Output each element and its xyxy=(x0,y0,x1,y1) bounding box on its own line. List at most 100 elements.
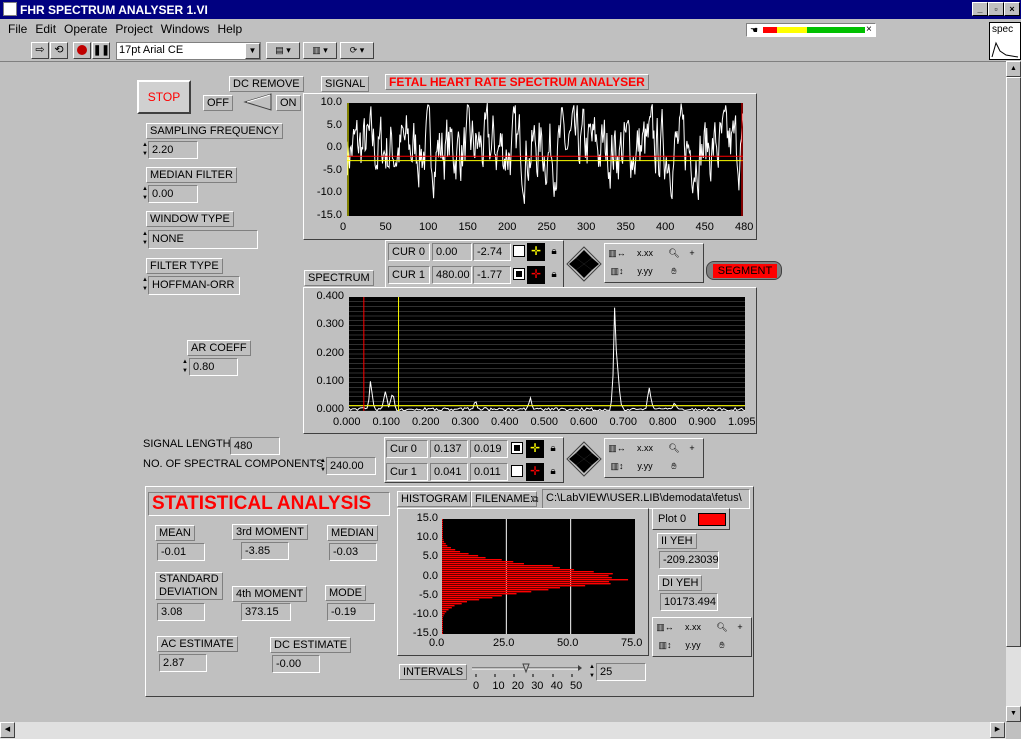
histogram-bar xyxy=(442,633,443,635)
pan-hand-icon[interactable]: ✋︎ xyxy=(665,264,683,280)
plot-legend[interactable]: Plot 0 xyxy=(652,508,730,530)
histogram-bar xyxy=(442,583,611,585)
zoom-icon[interactable]: 🔍︎ xyxy=(665,441,683,457)
y-autoscale-icon[interactable]: ▥↕ xyxy=(608,264,626,280)
x-format-icon[interactable]: x.xx xyxy=(683,620,703,636)
spec-cursor-1-style-icon[interactable] xyxy=(511,465,523,477)
intervals-spinner[interactable]: ▲ ▼ xyxy=(589,663,595,681)
minimize-button[interactable]: _ xyxy=(972,2,988,16)
abort-icon[interactable] xyxy=(73,42,91,59)
histogram-bars-svg xyxy=(442,519,629,635)
close-button[interactable]: × xyxy=(1004,2,1020,16)
dc-remove-switch[interactable] xyxy=(243,92,273,112)
menu-help[interactable]: Help xyxy=(217,22,242,36)
chevron-down-icon[interactable]: ▼ xyxy=(245,43,260,59)
menu-operate[interactable]: Operate xyxy=(64,22,107,36)
spec-cursor-0-name[interactable]: Cur 0 xyxy=(386,440,428,458)
spec-cursor-0-crosshair-icon[interactable]: ✛ xyxy=(526,440,544,458)
x-autoscale-icon[interactable]: ▥↔ xyxy=(608,441,626,457)
spec-cursor-1-y: 0.011 xyxy=(470,463,508,481)
zoom-icon[interactable]: 🔍︎ xyxy=(713,620,731,636)
signal-cursor-move-icon[interactable] xyxy=(566,246,602,282)
pan-hand-icon[interactable]: ✋︎ xyxy=(713,638,731,654)
spec-cursor-0-lock-icon[interactable]: 🔒︎ xyxy=(546,440,560,458)
menu-edit[interactable]: Edit xyxy=(35,22,56,36)
cursor-1-crosshair-icon[interactable]: ✛ xyxy=(527,266,545,284)
cursor-1-style-icon[interactable] xyxy=(513,268,525,280)
scroll-up-icon[interactable]: ▲ xyxy=(1006,61,1021,77)
filter-type-ring[interactable]: HOFFMAN-ORR xyxy=(148,276,240,295)
signal-plot-area[interactable] xyxy=(346,103,744,216)
median-value: -0.03 xyxy=(329,543,377,561)
histogram-bar xyxy=(442,555,479,557)
histogram-bar xyxy=(442,593,517,595)
y-autoscale-icon[interactable]: ▥↕ xyxy=(608,459,626,475)
app-icon[interactable] xyxy=(3,2,17,16)
intervals-input[interactable]: 25 xyxy=(596,663,646,681)
zoom-icon[interactable]: 🔍︎ xyxy=(665,246,683,262)
align-objects-icon[interactable]: ▤ ▾ xyxy=(266,42,300,59)
cursor-0-name[interactable]: CUR 0 xyxy=(388,243,430,261)
spec-cursor-1-crosshair-icon[interactable]: ✛ xyxy=(526,463,544,481)
meter-close-icon[interactable]: × xyxy=(866,24,876,36)
cursor-0-lock-icon[interactable]: 🔒︎ xyxy=(547,243,561,261)
median-filter-input[interactable]: 0.00 xyxy=(148,185,198,203)
x-autoscale-icon[interactable]: ▥↔ xyxy=(656,620,674,636)
median-filter-label: MEDIAN FILTER xyxy=(146,167,237,183)
pan-hand-icon[interactable]: ✋︎ xyxy=(665,459,683,475)
hand-icon: ☚ xyxy=(750,25,759,35)
font-select[interactable]: 17pt Arial CE ▼ xyxy=(116,42,261,60)
menu-project[interactable]: Project xyxy=(115,22,152,36)
x-format-icon[interactable]: x.xx xyxy=(635,441,655,457)
y-autoscale-icon[interactable]: ▥↕ xyxy=(656,638,674,654)
crosshair-tool-icon[interactable]: + xyxy=(683,246,701,262)
spectrum-y-tick-1: 0.300 xyxy=(316,318,344,331)
pause-icon[interactable]: ❚❚ xyxy=(92,42,110,59)
cursor-1-name[interactable]: CUR 1 xyxy=(388,266,430,284)
histogram-plot-area[interactable] xyxy=(442,519,635,635)
ar-coeff-input[interactable]: 0.80 xyxy=(189,358,238,376)
menu-windows[interactable]: Windows xyxy=(161,22,210,36)
window-type-ring[interactable]: NONE xyxy=(148,230,258,249)
scroll-right-icon[interactable]: ▶ xyxy=(990,722,1005,738)
spectrum-x-tick-4: 0.400 xyxy=(491,416,519,428)
title-bar: FHR SPECTRUM ANALYSER 1.VI _ ▫ × xyxy=(0,0,1021,19)
cursor-0-crosshair-icon[interactable]: ✛ xyxy=(527,243,545,261)
y-format-icon[interactable]: y.yy xyxy=(683,638,703,654)
run-arrow-icon[interactable]: ⇨ xyxy=(31,42,49,59)
filename-path[interactable]: C:\LabVIEW\USER.LIB\demodata\fetus\ xyxy=(542,489,750,509)
cursor-1-lock-icon[interactable]: 🔒︎ xyxy=(547,266,561,284)
stop-button[interactable]: STOP xyxy=(137,80,191,114)
distribute-objects-icon[interactable]: ▥ ▾ xyxy=(303,42,337,59)
histogram-bar xyxy=(442,519,443,521)
sampling-frequency-input[interactable]: 2.20 xyxy=(148,141,198,159)
intervals-slider[interactable] xyxy=(466,660,584,682)
spectrum-cursor-move-icon[interactable] xyxy=(566,441,602,477)
run-continuous-icon[interactable]: ⟲ xyxy=(50,42,68,59)
reorder-icon[interactable]: ⟳ ▾ xyxy=(340,42,374,59)
x-format-icon[interactable]: x.xx xyxy=(635,246,655,262)
cursor-0-style-icon[interactable] xyxy=(513,245,525,257)
segment-led[interactable]: SEGMENT xyxy=(706,261,782,280)
crosshair-tool-icon[interactable]: + xyxy=(683,441,701,457)
horizontal-scrollbar[interactable]: ◀ ▶ xyxy=(0,722,1006,739)
vertical-scroll-thumb[interactable] xyxy=(1006,77,1021,647)
y-format-icon[interactable]: y.yy xyxy=(635,459,655,475)
file-browse-icon[interactable]: ⧉ xyxy=(532,490,542,508)
ar-coeff-spinner[interactable]: ▲ ▼ xyxy=(182,358,188,376)
scroll-left-icon[interactable]: ◀ xyxy=(0,722,15,738)
vertical-scrollbar[interactable]: ▲ ▼ xyxy=(1006,61,1021,722)
restore-button[interactable]: ▫ xyxy=(988,2,1004,16)
histogram-x-tick-1: 25.0 xyxy=(493,637,515,649)
x-autoscale-icon[interactable]: ▥↔ xyxy=(608,246,626,262)
y-format-icon[interactable]: y.yy xyxy=(635,264,655,280)
spectrum-plot-area[interactable] xyxy=(348,297,746,412)
scroll-down-icon[interactable]: ▼ xyxy=(1006,706,1021,722)
spec-cursor-1-name[interactable]: Cur 1 xyxy=(386,463,428,481)
vi-icon[interactable]: spec xyxy=(989,22,1021,60)
menu-file[interactable]: File xyxy=(8,22,27,36)
crosshair-tool-icon[interactable]: + xyxy=(731,620,749,636)
spec-cursor-1-lock-icon[interactable]: 🔒︎ xyxy=(546,463,560,481)
spec-cursor-0-style-icon[interactable] xyxy=(511,442,523,454)
spectral-components-input[interactable]: 240.00 xyxy=(326,457,376,475)
